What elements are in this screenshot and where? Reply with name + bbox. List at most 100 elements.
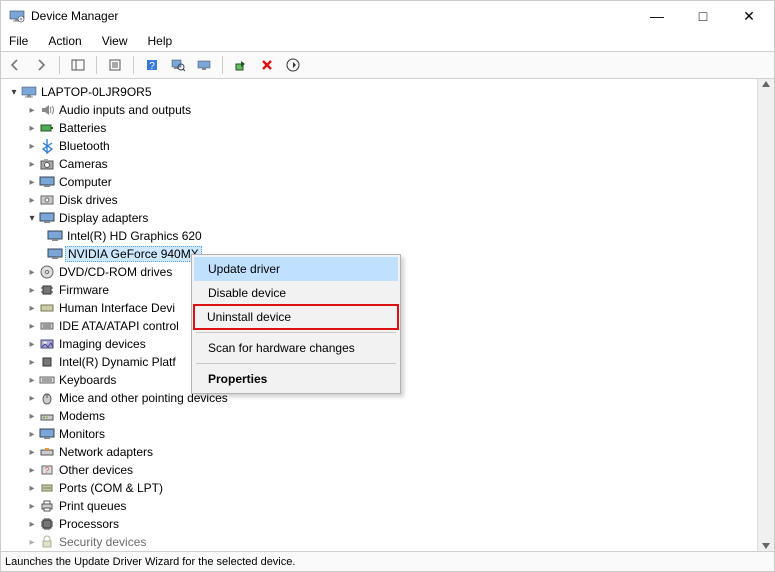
status-text: Launches the Update Driver Wizard for th… — [5, 556, 295, 568]
category-label: Human Interface Devi — [59, 301, 175, 315]
category-label: Security devices — [59, 535, 146, 549]
expand-icon[interactable]: ▸ — [25, 537, 39, 548]
expand-icon[interactable]: ▸ — [25, 105, 39, 116]
category-processors[interactable]: ▸ Processors — [7, 515, 757, 533]
root-node[interactable]: ▾ LAPTOP-0LJR9OR5 — [7, 83, 757, 101]
toolbar: ? — [1, 51, 774, 79]
expand-icon[interactable]: ▸ — [25, 267, 39, 278]
category-label: Ports (COM & LPT) — [59, 481, 163, 495]
category-label: Monitors — [59, 427, 105, 441]
enable-button[interactable] — [231, 55, 251, 75]
expand-icon[interactable]: ▸ — [25, 519, 39, 530]
toolbar-separator — [133, 56, 134, 74]
window-buttons: — □ ✕ — [634, 1, 772, 31]
expand-icon[interactable]: ▸ — [25, 393, 39, 404]
category-network[interactable]: ▸ Network adapters — [7, 443, 757, 461]
network-icon — [39, 444, 55, 460]
expand-icon[interactable]: ▸ — [25, 501, 39, 512]
add-legacy-button[interactable] — [283, 55, 303, 75]
category-label: IDE ATA/ATAPI control — [59, 319, 179, 333]
show-hide-tree-button[interactable] — [68, 55, 88, 75]
help-button[interactable]: ? — [142, 55, 162, 75]
category-ports[interactable]: ▸ Ports (COM & LPT) — [7, 479, 757, 497]
menu-help[interactable]: Help — [144, 32, 177, 50]
category-bluetooth[interactable]: ▸ Bluetooth — [7, 137, 757, 155]
forward-button[interactable] — [31, 55, 51, 75]
expand-icon[interactable]: ▸ — [25, 123, 39, 134]
category-computer[interactable]: ▸ Computer — [7, 173, 757, 191]
expand-icon[interactable]: ▸ — [25, 303, 39, 314]
uninstall-button[interactable] — [257, 55, 277, 75]
chip-icon — [39, 282, 55, 298]
battery-icon — [39, 120, 55, 136]
maximize-button[interactable]: □ — [680, 1, 726, 31]
properties-button[interactable] — [105, 55, 125, 75]
menubar: File Action View Help — [1, 31, 774, 51]
display-icon — [39, 210, 55, 226]
close-button[interactable]: ✕ — [726, 1, 772, 31]
category-label: Intel(R) Dynamic Platf — [59, 355, 176, 369]
expand-icon[interactable]: ▸ — [25, 141, 39, 152]
expand-icon[interactable]: ▸ — [25, 483, 39, 494]
expand-icon[interactable]: ▸ — [25, 177, 39, 188]
computer-icon — [39, 174, 55, 190]
camera-icon — [39, 156, 55, 172]
back-button[interactable] — [5, 55, 25, 75]
expand-icon[interactable]: ▸ — [25, 465, 39, 476]
category-batteries[interactable]: ▸ Batteries — [7, 119, 757, 137]
window-title: Device Manager — [31, 9, 634, 23]
expand-icon[interactable]: ▸ — [25, 339, 39, 350]
mouse-icon — [39, 390, 55, 406]
category-print-queues[interactable]: ▸ Print queues — [7, 497, 757, 515]
category-display-adapters[interactable]: ▾ Display adapters — [7, 209, 757, 227]
menu-view[interactable]: View — [98, 32, 132, 50]
menu-file[interactable]: File — [5, 32, 32, 50]
menu-uninstall-device[interactable]: Uninstall device — [193, 304, 399, 330]
expand-icon[interactable]: ▸ — [25, 429, 39, 440]
category-label: Batteries — [59, 121, 106, 135]
scan-button[interactable] — [168, 55, 188, 75]
category-security[interactable]: ▸ Security devices — [7, 533, 757, 549]
category-other[interactable]: ▸ ? Other devices — [7, 461, 757, 479]
expand-icon[interactable]: ▸ — [25, 159, 39, 170]
expand-icon[interactable]: ▸ — [25, 285, 39, 296]
menu-action[interactable]: Action — [44, 32, 85, 50]
category-monitors[interactable]: ▸ Monitors — [7, 425, 757, 443]
update-driver-button[interactable] — [194, 55, 214, 75]
chip-icon — [39, 354, 55, 370]
app-icon — [9, 8, 25, 24]
category-label: DVD/CD-ROM drives — [59, 265, 172, 279]
dvd-icon — [39, 264, 55, 280]
context-menu: Update driver Disable device Uninstall d… — [191, 254, 401, 394]
device-tree[interactable]: ▾ LAPTOP-0LJR9OR5 ▸ Audio inputs and out… — [1, 79, 757, 549]
device-intel-hd[interactable]: Intel(R) HD Graphics 620 — [7, 227, 757, 245]
expand-icon[interactable]: ▾ — [7, 87, 21, 98]
menu-scan-hardware[interactable]: Scan for hardware changes — [194, 336, 398, 360]
vertical-scrollbar[interactable] — [757, 79, 774, 551]
expand-icon[interactable]: ▸ — [25, 321, 39, 332]
expand-icon[interactable]: ▸ — [25, 375, 39, 386]
menu-properties[interactable]: Properties — [194, 367, 398, 391]
menu-disable-device[interactable]: Disable device — [194, 281, 398, 305]
toolbar-separator — [59, 56, 60, 74]
expand-icon[interactable]: ▸ — [25, 195, 39, 206]
device-label: Intel(R) HD Graphics 620 — [67, 229, 202, 243]
minimize-button[interactable]: — — [634, 1, 680, 31]
titlebar: Device Manager — □ ✕ — [1, 1, 774, 31]
menu-update-driver[interactable]: Update driver — [194, 257, 398, 281]
category-label: Other devices — [59, 463, 133, 477]
category-label: Processors — [59, 517, 119, 531]
cpu-icon — [39, 516, 55, 532]
category-modems[interactable]: ▸ Modems — [7, 407, 757, 425]
collapse-icon[interactable]: ▾ — [25, 213, 39, 224]
category-cameras[interactable]: ▸ Cameras — [7, 155, 757, 173]
toolbar-separator — [222, 56, 223, 74]
expand-icon[interactable]: ▸ — [25, 447, 39, 458]
category-label: Bluetooth — [59, 139, 110, 153]
category-audio[interactable]: ▸ Audio inputs and outputs — [7, 101, 757, 119]
other-icon: ? — [39, 462, 55, 478]
category-disk-drives[interactable]: ▸ Disk drives — [7, 191, 757, 209]
category-label: Print queues — [59, 499, 126, 513]
expand-icon[interactable]: ▸ — [25, 357, 39, 368]
expand-icon[interactable]: ▸ — [25, 411, 39, 422]
